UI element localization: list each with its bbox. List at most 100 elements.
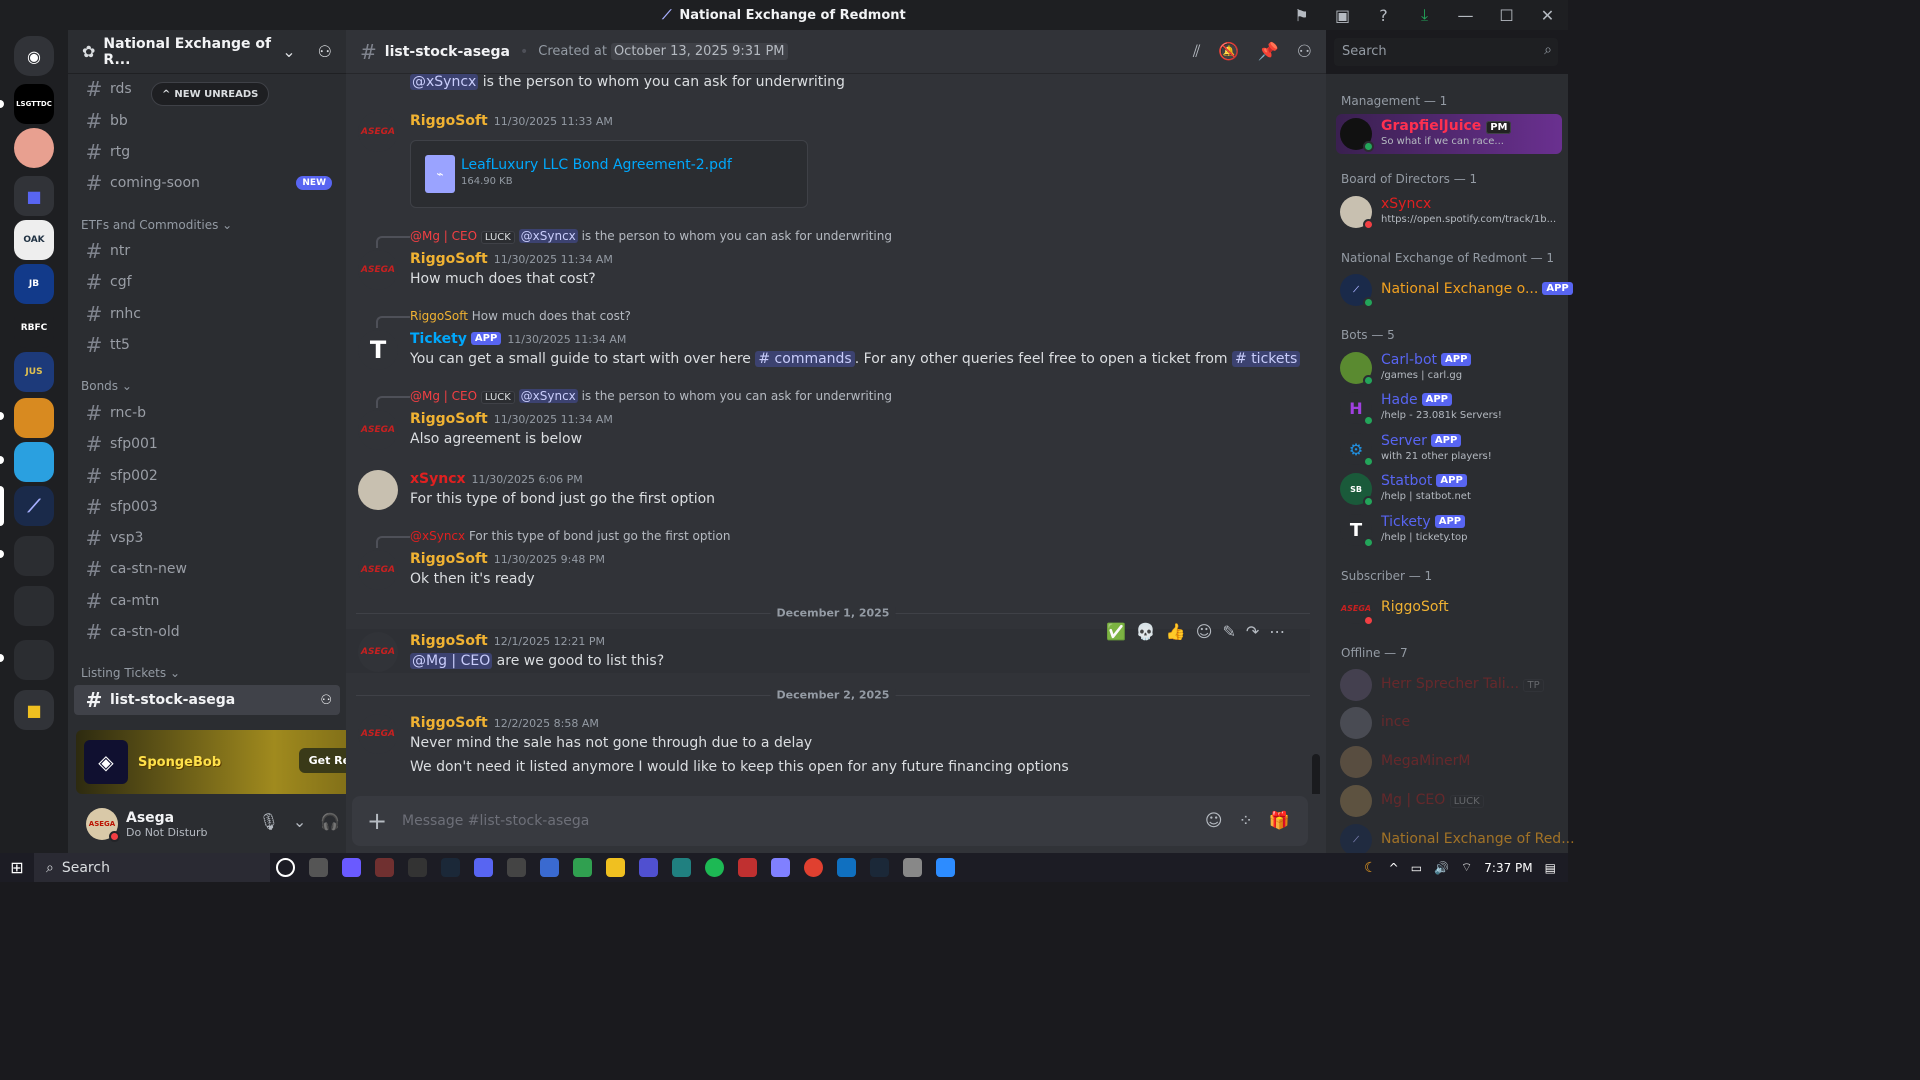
chevron-down-icon[interactable]: ⌄	[293, 812, 306, 831]
app-icon[interactable]	[408, 858, 427, 877]
member-item[interactable]: xSyncx https://open.spotify.com/track/1b…	[1340, 192, 1564, 232]
invite-icon[interactable]: ⚇	[318, 42, 332, 61]
member-item[interactable]: Mg | CEO LUCK	[1340, 781, 1564, 821]
attach-plus-icon[interactable]: +	[352, 807, 402, 835]
file-attachment[interactable]: ⌁ LeafLuxury LLC Bond Agreement-2.pdf 16…	[410, 140, 808, 208]
vscode-icon[interactable]	[837, 858, 856, 877]
maximize-button[interactable]: ☐	[1486, 6, 1527, 25]
cortana-icon[interactable]	[276, 858, 295, 877]
avatar[interactable]: ASEGA	[358, 714, 398, 754]
steam-icon[interactable]	[870, 858, 889, 877]
task-view-icon[interactable]	[309, 858, 328, 877]
headphones-icon[interactable]: 🎧	[320, 812, 340, 831]
volume-icon[interactable]: 🔊	[1434, 861, 1449, 875]
skull-reaction-icon[interactable]: 💀	[1136, 622, 1156, 641]
member-item[interactable]: Herr Sprecher Tali... TP	[1340, 665, 1564, 705]
reply-preview[interactable]: @Mg | CEO LUCK @xSyncx is the person to …	[410, 229, 892, 244]
member-item[interactable]: H Hade APP /help - 23.081k Servers!	[1340, 388, 1564, 428]
minimize-button[interactable]: —	[1445, 6, 1486, 25]
inbox-icon[interactable]: ▣	[1322, 6, 1363, 25]
channel-rnc-b[interactable]: # rnc-b	[74, 398, 340, 428]
username[interactable]: RiggoSoft	[410, 551, 488, 567]
folder-icon[interactable]: ■	[14, 176, 54, 216]
avatar[interactable]: ASEGA	[358, 250, 398, 290]
avatar[interactable]: ASEGA	[358, 550, 398, 590]
chrome-icon[interactable]	[804, 858, 823, 877]
server-icon[interactable]: JUS	[14, 352, 54, 392]
server-icon[interactable]	[14, 442, 54, 482]
server-icon[interactable]: RBFC	[14, 308, 54, 348]
channel-rtg[interactable]: # rtg	[74, 137, 340, 167]
member-item[interactable]: MegaMinerM	[1340, 742, 1564, 782]
username[interactable]: RiggoSoft	[410, 715, 488, 731]
notification-mute-icon[interactable]: 🔕	[1218, 42, 1239, 62]
server-folder[interactable]	[14, 586, 54, 626]
apps-icon[interactable]: ⁘	[1239, 811, 1253, 831]
avatar[interactable]: ASEGA	[358, 112, 398, 152]
avatar[interactable]: ASEGA	[358, 410, 398, 450]
chevron-up-icon[interactable]: ^	[1389, 861, 1399, 875]
app-icon[interactable]	[639, 858, 658, 877]
threads-icon[interactable]: ⫽	[1193, 42, 1201, 62]
channel-ntr[interactable]: # ntr	[74, 236, 340, 266]
channel-ca-stn-new[interactable]: # ca-stn-new	[74, 554, 340, 584]
zoom-icon[interactable]	[936, 858, 955, 877]
channel-coming-soon[interactable]: # coming-soon NEW	[74, 168, 340, 198]
wifi-icon[interactable]: ⌔	[1461, 860, 1472, 875]
channel-bb[interactable]: # bb	[74, 106, 340, 136]
channel-link[interactable]: # tickets	[1232, 351, 1301, 367]
channel-sfp002[interactable]: # sfp002	[74, 461, 340, 491]
help-icon[interactable]: ?	[1363, 6, 1404, 25]
file-explorer-icon[interactable]	[606, 858, 625, 877]
clock-time[interactable]: 7:37 PM	[1484, 861, 1532, 875]
channel-rnhc[interactable]: # rnhc	[74, 299, 340, 329]
username[interactable]: Tickety	[410, 331, 467, 347]
forward-icon[interactable]: ↷	[1246, 622, 1259, 641]
avatar[interactable]: T	[358, 330, 398, 370]
notification-icon[interactable]: ▤	[1545, 861, 1556, 875]
add-reaction-icon[interactable]: ☺	[1196, 622, 1213, 641]
app-icon[interactable]	[771, 858, 790, 877]
app-icon[interactable]	[507, 858, 526, 877]
app-icon[interactable]	[540, 858, 559, 877]
edit-icon[interactable]: ✎	[1222, 622, 1235, 641]
channel-sfp001[interactable]: # sfp001	[74, 429, 340, 459]
member-item[interactable]: Carl-bot APP /games | carl.gg	[1340, 348, 1564, 388]
download-icon[interactable]: ⤓	[1404, 5, 1445, 25]
discord-icon[interactable]	[474, 858, 493, 877]
check-reaction-icon[interactable]: ✅	[1106, 622, 1126, 641]
category-listing[interactable]: Listing Tickets ⌄	[81, 666, 180, 680]
server-icon[interactable]	[14, 128, 54, 168]
channel-tt5[interactable]: # tt5	[74, 330, 340, 360]
steam-icon[interactable]	[441, 858, 460, 877]
user-mention[interactable]: @xSyncx	[410, 74, 479, 90]
avatar[interactable]: ASEGA	[86, 808, 120, 842]
member-item[interactable]: ASEGA RiggoSoft	[1340, 588, 1564, 628]
reply-preview[interactable]: RiggoSoft How much does that cost?	[410, 309, 631, 323]
channel-vsp3[interactable]: # vsp3	[74, 523, 340, 553]
new-unreads-pill[interactable]: ^ NEW UNREADS	[151, 82, 270, 106]
member-item[interactable]: ⚙ Server APP with 21 other players!	[1340, 429, 1564, 469]
channel-ca-stn-old[interactable]: # ca-stn-old	[74, 617, 340, 647]
notepad-icon[interactable]	[573, 858, 592, 877]
microphone-icon[interactable]: 🎙	[259, 812, 279, 831]
server-icon[interactable]	[14, 398, 54, 438]
server-icon[interactable]: JB	[14, 264, 54, 304]
thumbs-up-reaction-icon[interactable]: 👍	[1166, 622, 1186, 641]
username[interactable]: xSyncx	[410, 471, 466, 487]
app-icon[interactable]	[738, 858, 757, 877]
folder-icon[interactable]: ■	[14, 690, 54, 730]
server-folder[interactable]	[14, 536, 54, 576]
server-folder[interactable]	[14, 640, 54, 680]
username[interactable]: RiggoSoft	[410, 633, 488, 649]
avatar[interactable]	[358, 470, 398, 510]
member-item[interactable]: T Tickety APP /help | tickety.top	[1340, 510, 1564, 550]
category-etfs[interactable]: ETFs and Commodities ⌄	[81, 218, 232, 232]
member-item[interactable]: ⟋ National Exchange o... APP	[1340, 270, 1573, 310]
reply-preview[interactable]: @xSyncx For this type of bond just go th…	[410, 529, 730, 543]
app-icon[interactable]	[672, 858, 691, 877]
category-bonds[interactable]: Bonds ⌄	[81, 379, 132, 393]
flag-icon[interactable]: ⚑	[1281, 6, 1322, 25]
server-header[interactable]: ✿ National Exchange of R... ⌄ ⚇	[68, 30, 346, 74]
channel-list-stock-asega[interactable]: # list-stock-asega ⚇	[74, 685, 340, 715]
